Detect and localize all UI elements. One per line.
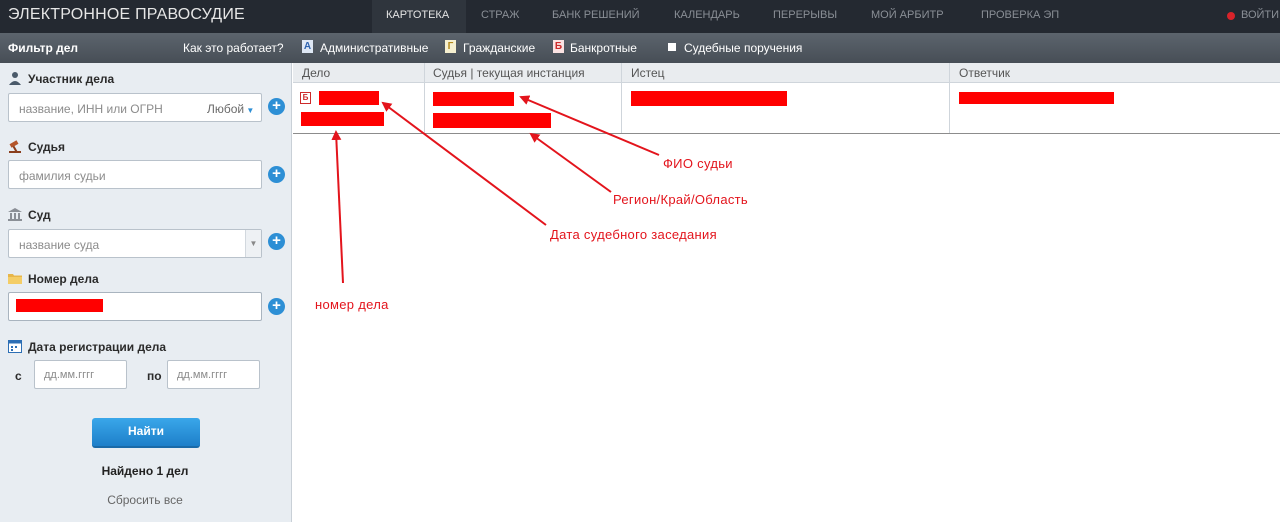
add-judge-button[interactable]: +: [268, 166, 285, 183]
results-count: Найдено 1 дел: [101, 464, 189, 478]
court-label: Суд: [28, 208, 51, 222]
chevron-down-icon: ▼: [244, 106, 255, 115]
nav-check-signature[interactable]: ПРОВЕРКА ЭП: [981, 9, 1059, 21]
category-administrative[interactable]: Административные: [320, 41, 428, 55]
date-to-label: по: [147, 369, 162, 383]
redacted-hearing-date: [319, 91, 379, 105]
site-logo-text[interactable]: ЭЛЕКТРОННОЕ ПРАВОСУДИЕ: [8, 6, 245, 24]
bankruptcy-case-icon: Б: [300, 92, 311, 104]
filter-title: Фильтр дел: [8, 41, 79, 55]
judge-input[interactable]: фамилия судьи: [8, 160, 262, 189]
participant-input[interactable]: название, ИНН или ОГРН Любой ▼: [8, 93, 262, 122]
filter-sidebar: Участник дела название, ИНН или ОГРН Люб…: [0, 63, 292, 522]
court-select[interactable]: название суда ▼: [8, 229, 262, 258]
person-icon: [8, 71, 22, 85]
participant-type-value: Любой: [207, 102, 245, 116]
gavel-icon: [8, 139, 22, 153]
category-civil[interactable]: Гражданские: [463, 41, 535, 55]
login-link[interactable]: ВОЙТИ: [1241, 9, 1279, 21]
judge-label: Судья: [28, 140, 66, 154]
participant-placeholder: название, ИНН или ОГРН: [19, 102, 163, 116]
court-placeholder: название суда: [19, 238, 100, 252]
redacted-plaintiff: [631, 91, 787, 106]
annotation-region: Регион/Край/Область: [613, 192, 748, 207]
results-table-header: Дело Судья | текущая инстанция Истец Отв…: [293, 63, 1280, 83]
category-court-orders[interactable]: Судебные поручения: [684, 41, 802, 55]
category-bankruptcy[interactable]: Банкротные: [570, 41, 637, 55]
date-from-label: с: [15, 369, 22, 383]
calendar-icon: [8, 339, 22, 353]
redacted-region: [433, 113, 551, 128]
nav-my-arbitr[interactable]: МОЙ АРБИТР: [871, 9, 944, 21]
participant-type-dropdown[interactable]: Любой ▼: [207, 102, 254, 116]
redacted-case-number: [16, 299, 103, 312]
add-case-number-button[interactable]: +: [268, 298, 285, 315]
arrow-case-number: [331, 130, 344, 284]
registration-date-label: Дата регистрации дела: [28, 340, 167, 354]
reset-all-link[interactable]: Сбросить все: [0, 493, 290, 507]
chevron-down-icon[interactable]: ▼: [245, 230, 261, 257]
redacted-defendant: [959, 92, 1114, 104]
how-it-works-link[interactable]: Как это работает?: [183, 41, 284, 55]
judge-placeholder: фамилия судьи: [19, 169, 106, 183]
nav-kartoteka[interactable]: КАРТОТЕКА: [386, 9, 449, 21]
column-judge-instance[interactable]: Судья | текущая инстанция: [433, 66, 585, 80]
civil-icon[interactable]: Г: [445, 40, 456, 53]
nav-calendar[interactable]: КАЛЕНДАРЬ: [674, 9, 740, 21]
bankruptcy-icon[interactable]: Б: [553, 40, 564, 53]
arrow-region: [529, 132, 612, 193]
filter-toolbar: Фильтр дел Как это работает? А Администр…: [0, 33, 1280, 63]
top-navigation-bar: ЭЛЕКТРОННОЕ ПРАВОСУДИЕ КАРТОТЕКА СТРАЖ Б…: [0, 0, 1280, 33]
administrative-icon[interactable]: А: [302, 40, 313, 53]
nav-breaks[interactable]: ПЕРЕРЫВЫ: [773, 9, 837, 21]
folder-icon: [8, 271, 22, 285]
case-number-label: Номер дела: [28, 272, 99, 286]
annotation-case-number: номер дела: [315, 297, 389, 312]
add-court-button[interactable]: +: [268, 233, 285, 250]
date-from-input[interactable]: дд.мм.гггг: [34, 360, 127, 389]
login-status-icon: [1227, 12, 1235, 20]
date-to-input[interactable]: дд.мм.гггг: [167, 360, 260, 389]
redacted-case-number-cell[interactable]: [301, 112, 384, 126]
court-orders-icon[interactable]: [668, 43, 676, 51]
column-plaintiff[interactable]: Истец: [631, 66, 665, 80]
annotation-hearing-date: Дата судебного заседания: [550, 227, 717, 242]
add-participant-button[interactable]: +: [268, 98, 285, 115]
column-defendant[interactable]: Ответчик: [959, 66, 1010, 80]
nav-strazh[interactable]: СТРАЖ: [481, 9, 519, 21]
nav-bank-decisions[interactable]: БАНК РЕШЕНИЙ: [552, 9, 640, 21]
redacted-judge-name: [433, 92, 514, 106]
annotation-judge-name: ФИО судьи: [663, 156, 733, 171]
column-case[interactable]: Дело: [302, 66, 330, 80]
participant-label: Участник дела: [28, 72, 115, 86]
find-button[interactable]: Найти: [92, 418, 200, 448]
courthouse-icon: [8, 207, 22, 221]
